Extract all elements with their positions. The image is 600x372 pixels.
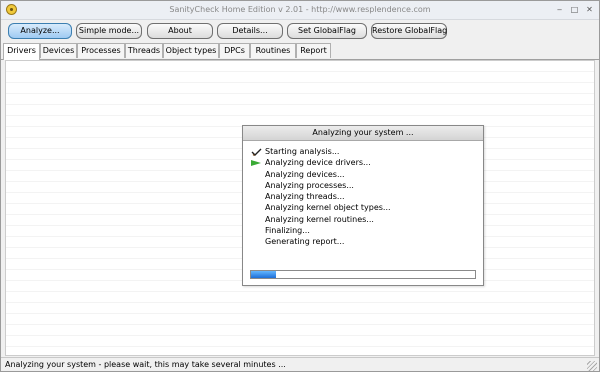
- step-label: Finalizing...: [265, 226, 310, 236]
- step-item: Analyzing devices...: [251, 169, 479, 180]
- details-button[interactable]: Details...: [217, 23, 283, 39]
- tab-devices[interactable]: Devices: [40, 43, 77, 58]
- step-item: Analyzing device drivers...: [251, 157, 479, 168]
- about-button[interactable]: About: [147, 23, 213, 39]
- tab-report[interactable]: Report: [296, 43, 331, 58]
- tab-dpcs[interactable]: DPCs: [219, 43, 250, 58]
- progress-dialog: Analyzing your system ... Starting analy…: [242, 125, 484, 286]
- restore-globalflag-button[interactable]: Restore GlobalFlag: [371, 23, 447, 39]
- close-button[interactable]: ✕: [583, 4, 596, 16]
- step-label: Analyzing processes...: [265, 180, 354, 190]
- resize-grip-icon[interactable]: [587, 361, 597, 371]
- step-item: Analyzing kernel object types...: [251, 202, 479, 213]
- status-bar: Analyzing your system - please wait, thi…: [1, 357, 599, 371]
- progress-bar: [250, 270, 476, 279]
- step-label: Analyzing kernel object types...: [265, 203, 391, 213]
- step-label: Starting analysis...: [265, 147, 340, 156]
- tab-processes[interactable]: Processes: [77, 43, 125, 58]
- step-item: Finalizing...: [251, 225, 479, 236]
- app-window: SanityCheck Home Edition v 2.01 - http:/…: [0, 0, 600, 372]
- tab-drivers[interactable]: Drivers: [3, 43, 40, 60]
- step-item: Analyzing threads...: [251, 191, 479, 202]
- set-globalflag-button[interactable]: Set GlobalFlag: [287, 23, 367, 39]
- maximize-button[interactable]: □: [568, 4, 581, 16]
- window-title: SanityCheck Home Edition v 2.01 - http:/…: [169, 5, 431, 14]
- step-item: Generating report...: [251, 236, 479, 247]
- status-text: Analyzing your system - please wait, thi…: [5, 360, 286, 369]
- tab-threads[interactable]: Threads: [125, 43, 163, 58]
- step-label: Analyzing kernel routines...: [265, 214, 374, 224]
- tab-object-types[interactable]: Object types: [163, 43, 219, 58]
- minimize-button[interactable]: ‒: [553, 4, 566, 16]
- step-list: Starting analysis... Analyzing device dr…: [251, 146, 479, 248]
- toolbar: Analyze... Simple mode... About Details.…: [1, 20, 599, 43]
- tab-routines[interactable]: Routines: [250, 43, 296, 58]
- step-item: Analyzing processes...: [251, 180, 479, 191]
- step-label: Generating report...: [265, 237, 345, 247]
- progress-fill: [251, 271, 276, 278]
- step-item: Starting analysis...: [251, 146, 479, 157]
- title-bar[interactable]: SanityCheck Home Edition v 2.01 - http:/…: [1, 1, 599, 20]
- tab-strip: Drivers Devices Processes Threads Object…: [1, 43, 599, 60]
- checkmark-icon: [251, 148, 262, 156]
- simple-mode-button[interactable]: Simple mode...: [76, 23, 142, 39]
- step-label: Analyzing device drivers...: [265, 158, 371, 168]
- step-label: Analyzing devices...: [265, 169, 345, 179]
- step-label: Analyzing threads...: [265, 192, 345, 202]
- analyze-button[interactable]: Analyze...: [8, 23, 72, 39]
- arrow-right-icon: [251, 160, 261, 167]
- dialog-title: Analyzing your system ...: [243, 126, 483, 141]
- step-item: Analyzing kernel routines...: [251, 214, 479, 225]
